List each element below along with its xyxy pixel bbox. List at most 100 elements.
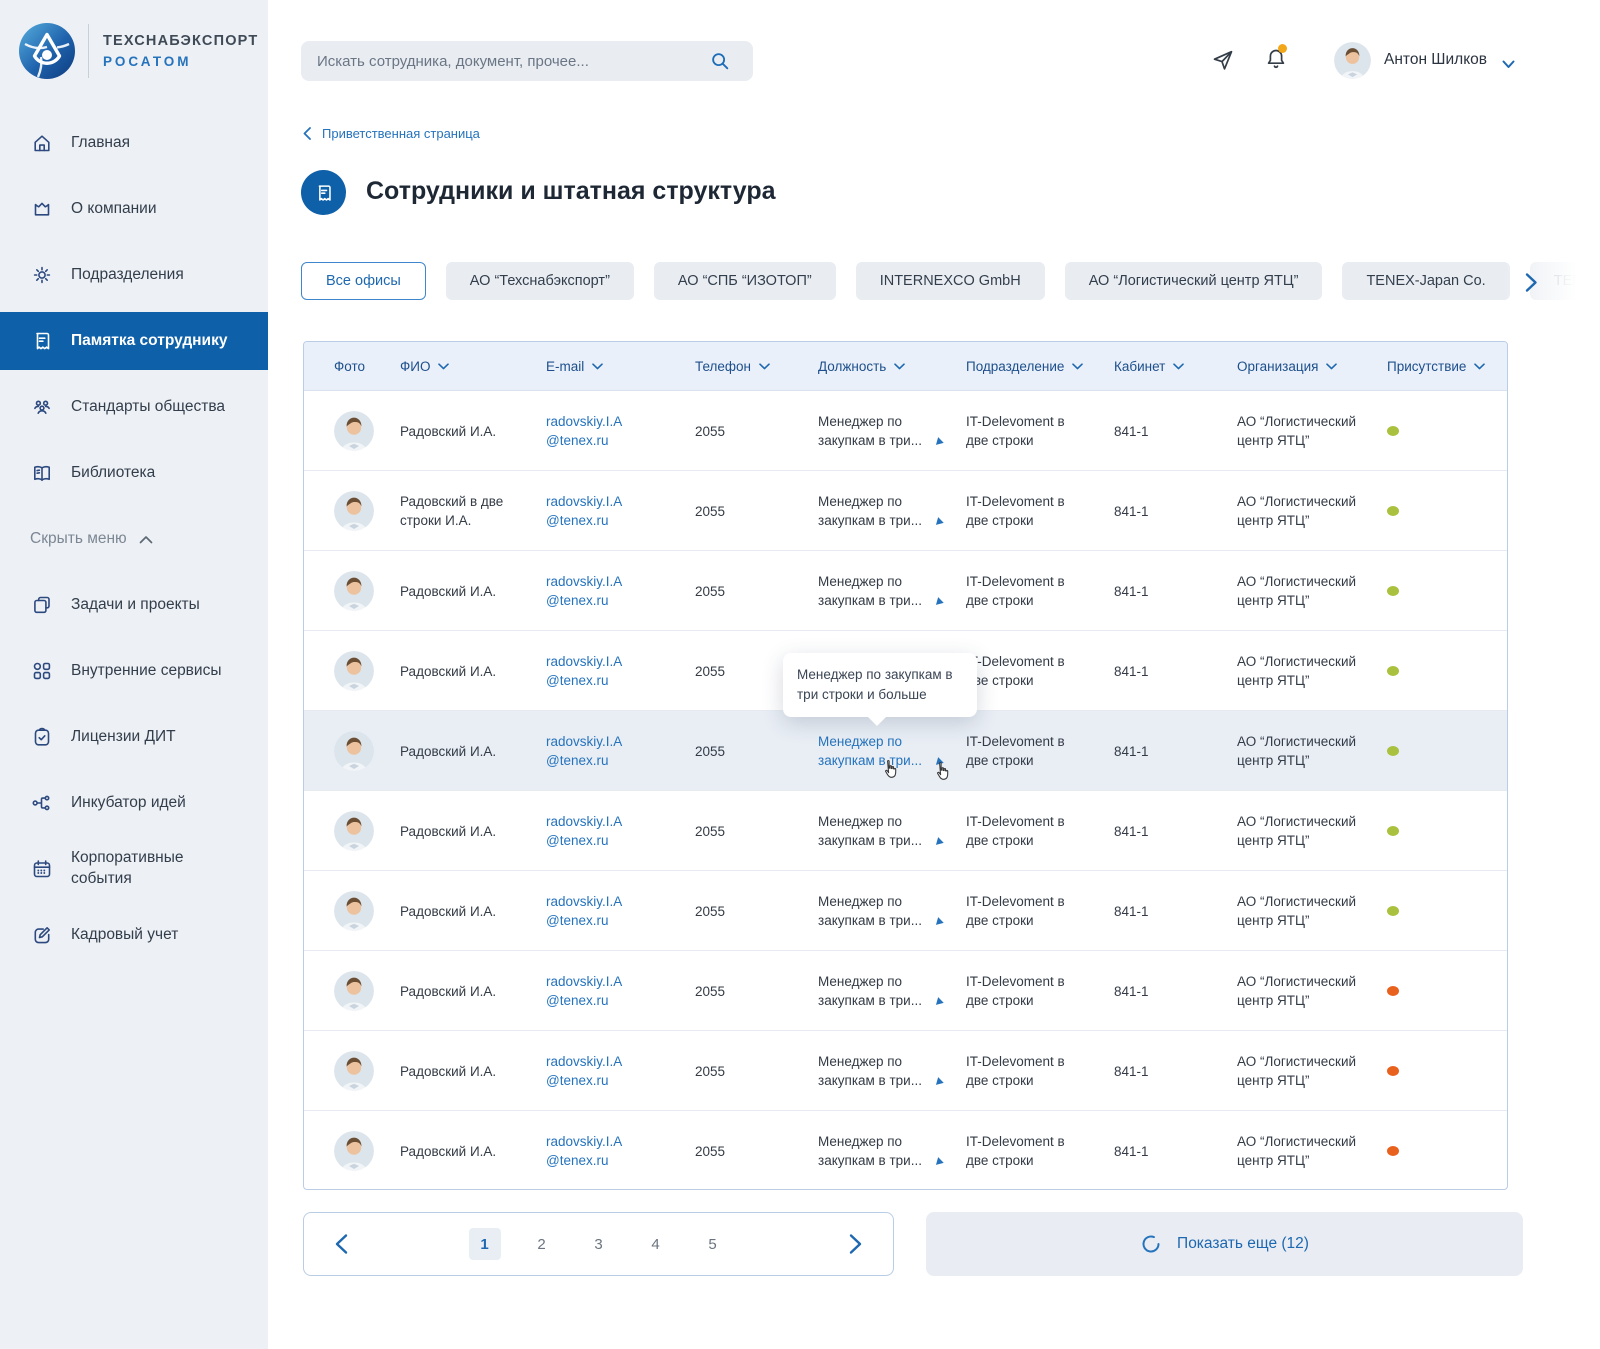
photo-cell	[334, 471, 374, 551]
table-row[interactable]: Радовский И.А.radovskiy.I.A@tenex.ru2055…	[304, 551, 1507, 631]
expand-position-icon[interactable]	[934, 596, 943, 605]
office-filter-chip[interactable]: INTERNEXCO GmbH	[856, 262, 1045, 300]
sidebar-item[interactable]: Лицензии ДИТ	[0, 704, 268, 770]
email-link[interactable]: @tenex.ru	[546, 1151, 622, 1170]
sort-chevron-icon[interactable]	[1326, 363, 1337, 370]
email-link[interactable]: radovskiy.I.A	[546, 972, 622, 991]
sidebar-item[interactable]: Кадровый учет	[0, 902, 268, 968]
email-link[interactable]: radovskiy.I.A	[546, 812, 622, 831]
email-link[interactable]: @tenex.ru	[546, 751, 622, 770]
table-row[interactable]: Радовский И.А.radovskiy.I.A@tenex.ru2055…	[304, 1111, 1507, 1191]
email-link[interactable]: @tenex.ru	[546, 511, 622, 530]
sort-chevron-icon[interactable]	[1474, 363, 1485, 370]
pagination-page[interactable]: 1	[469, 1228, 501, 1260]
employee-avatar[interactable]	[334, 891, 374, 931]
table-row[interactable]: Радовский И.А.radovskiy.I.A@tenex.ru2055…	[304, 391, 1507, 471]
sidebar-item[interactable]: Внутренние сервисы	[0, 638, 268, 704]
expand-position-icon[interactable]	[934, 436, 943, 445]
pagination-page[interactable]: 5	[697, 1228, 729, 1260]
column-header-label: Кабинет	[1114, 359, 1165, 374]
employee-avatar[interactable]	[334, 1131, 374, 1171]
expand-position-icon[interactable]	[934, 836, 943, 845]
employee-avatar[interactable]	[334, 651, 374, 691]
breadcrumb[interactable]: Приветственная страница	[303, 126, 480, 141]
sidebar-item[interactable]: Главная	[0, 110, 268, 176]
company-logo[interactable]: ТЕХСНАБЭКСПОРТ РОСАТОМ	[18, 22, 258, 80]
sidebar-item[interactable]: Памятка сотруднику	[0, 312, 268, 370]
send-icon[interactable]	[1210, 47, 1236, 73]
email-link[interactable]: radovskiy.I.A	[546, 732, 622, 751]
email-link[interactable]: radovskiy.I.A	[546, 652, 622, 671]
email-link[interactable]: radovskiy.I.A	[546, 1052, 622, 1071]
table-row[interactable]: Радовский И.А.radovskiy.I.A@tenex.ru2055…	[304, 1031, 1507, 1111]
sort-chevron-icon[interactable]	[592, 363, 603, 370]
sidebar-item[interactable]: Библиотека	[0, 440, 268, 506]
office-filter-chip[interactable]: АО “СПБ “ИЗОТОП”	[654, 262, 836, 300]
office-filter-chip[interactable]: АО “Логистический центр ЯТЦ”	[1065, 262, 1323, 300]
user-avatar[interactable]	[1334, 42, 1371, 79]
chevron-down-icon[interactable]	[1502, 56, 1515, 65]
email-link[interactable]: radovskiy.I.A	[546, 412, 622, 431]
email-link[interactable]: @tenex.ru	[546, 431, 622, 450]
email-link[interactable]: @tenex.ru	[546, 831, 622, 850]
employee-avatar[interactable]	[334, 811, 374, 851]
employee-avatar[interactable]	[334, 491, 374, 531]
expand-position-icon[interactable]	[934, 1076, 943, 1085]
sidebar-item[interactable]: Стандарты общества	[0, 374, 268, 440]
sort-chevron-icon[interactable]	[1072, 363, 1083, 370]
chips-scroll-right-icon[interactable]	[1524, 272, 1539, 293]
table-row[interactable]: Радовский И.А.radovskiy.I.A@tenex.ru2055…	[304, 871, 1507, 951]
presence-indicator	[1387, 986, 1399, 996]
sort-chevron-icon[interactable]	[894, 363, 905, 370]
presence-cell	[1387, 1111, 1399, 1191]
sidebar-item[interactable]: Корпоративные события	[0, 836, 268, 902]
pagination-next-icon[interactable]	[848, 1233, 863, 1255]
table-row[interactable]: Радовский И.А.radovskiy.I.A@tenex.ru2055…	[304, 791, 1507, 871]
sidebar-item[interactable]: Подразделения	[0, 242, 268, 308]
search-input[interactable]	[301, 41, 753, 81]
expand-position-icon[interactable]	[934, 996, 943, 1005]
email-link[interactable]: @tenex.ru	[546, 671, 622, 690]
sidebar-item[interactable]: Инкубатор идей	[0, 770, 268, 836]
email-link[interactable]: @tenex.ru	[546, 591, 622, 610]
table-row[interactable]: Радовский в двестроки И.А.radovskiy.I.A@…	[304, 471, 1507, 551]
employee-avatar[interactable]	[334, 731, 374, 771]
employee-avatar[interactable]	[334, 571, 374, 611]
office-filter-chip[interactable]: Все офисы	[301, 262, 426, 300]
pagination-prev-icon[interactable]	[334, 1233, 349, 1255]
office-filter-chip[interactable]: TENEX	[1530, 262, 1600, 300]
organization-cell-line: центр ЯТЦ”	[1237, 1071, 1356, 1090]
email-link[interactable]: radovskiy.I.A	[546, 892, 622, 911]
pagination-page[interactable]: 4	[640, 1228, 672, 1260]
email-link[interactable]: @tenex.ru	[546, 991, 622, 1010]
email-link[interactable]: @tenex.ru	[546, 911, 622, 930]
office-filter-chip[interactable]: TENEX-Japan Co.	[1342, 262, 1509, 300]
presence-indicator	[1387, 666, 1399, 676]
sidebar-item[interactable]: Задачи и проекты	[0, 572, 268, 638]
hide-menu-button[interactable]: Скрыть меню	[0, 506, 268, 572]
email-link[interactable]: radovskiy.I.A	[546, 492, 622, 511]
pagination-page[interactable]: 2	[526, 1228, 558, 1260]
user-name[interactable]: Антон Шилков	[1384, 51, 1487, 69]
sort-chevron-icon[interactable]	[759, 363, 770, 370]
sort-chevron-icon[interactable]	[1173, 363, 1184, 370]
employee-avatar[interactable]	[334, 1051, 374, 1091]
employee-avatar[interactable]	[334, 971, 374, 1011]
sort-chevron-icon[interactable]	[438, 363, 449, 370]
position-truncated-text[interactable]: закупкам в три...	[818, 751, 922, 770]
table-row[interactable]: Радовский И.А.radovskiy.I.A@tenex.ru2055…	[304, 711, 1507, 791]
expand-position-icon[interactable]	[934, 516, 943, 525]
search-icon[interactable]	[709, 50, 731, 72]
email-link[interactable]: radovskiy.I.A	[546, 1132, 622, 1151]
email-link[interactable]: @tenex.ru	[546, 1071, 622, 1090]
table-row[interactable]: Радовский И.А.radovskiy.I.A@tenex.ru2055…	[304, 951, 1507, 1031]
employee-avatar[interactable]	[334, 411, 374, 451]
expand-position-icon[interactable]	[934, 1156, 943, 1165]
email-link[interactable]: radovskiy.I.A	[546, 572, 622, 591]
office-filter-chip[interactable]: АО “Техснабэкспорт”	[446, 262, 634, 300]
expand-position-icon[interactable]	[934, 916, 943, 925]
sidebar-item[interactable]: О компании	[0, 176, 268, 242]
show-more-button[interactable]: Показать еще (12)	[926, 1212, 1523, 1276]
employee-name-cell-line: Радовский И.А.	[400, 742, 496, 761]
pagination-page[interactable]: 3	[583, 1228, 615, 1260]
